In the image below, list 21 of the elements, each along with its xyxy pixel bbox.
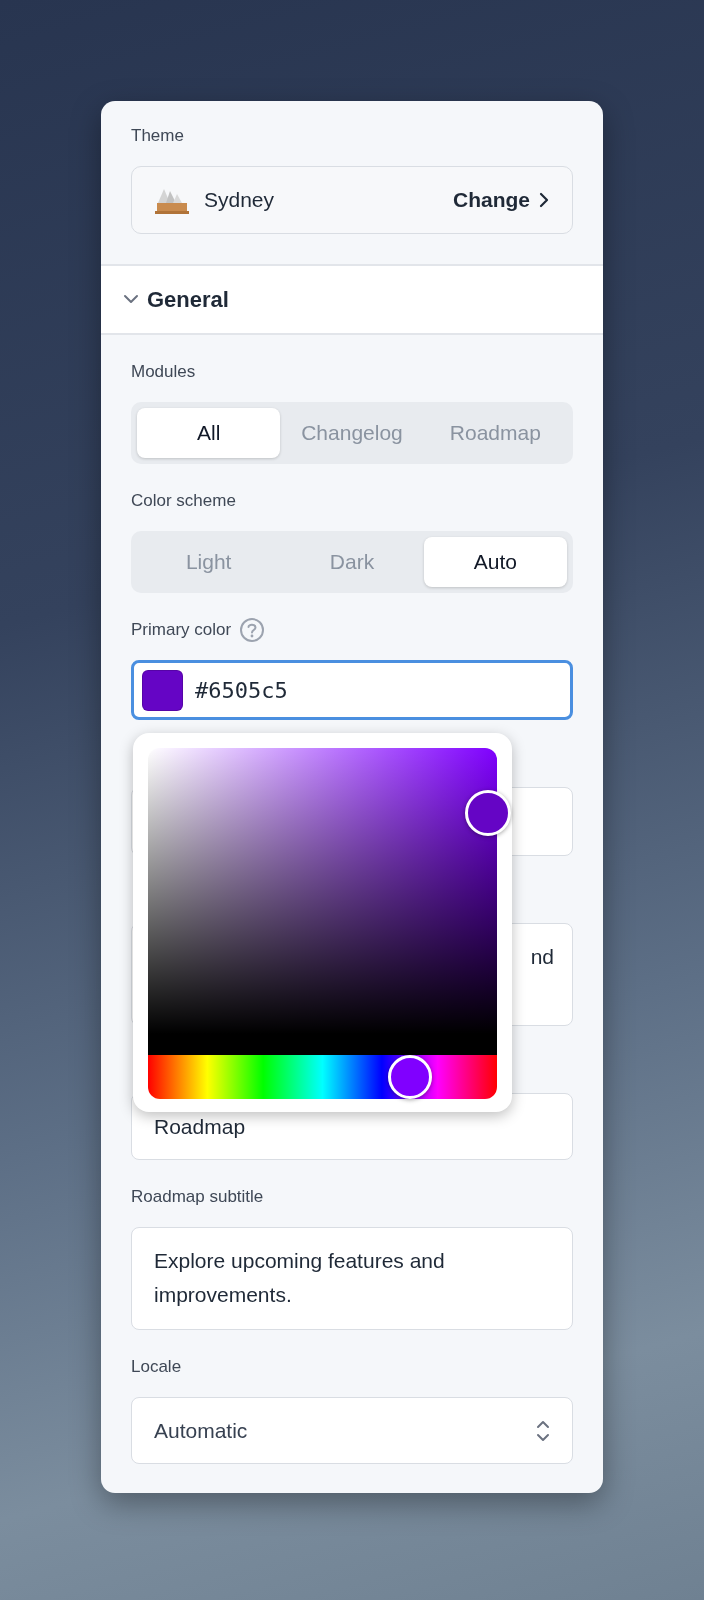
field-label: Roadmap subtitle: [131, 1186, 265, 1208]
segment-option[interactable]: All: [137, 408, 281, 458]
field-label: Color scheme: [131, 490, 237, 512]
theme-card[interactable]: Sydney Change: [131, 166, 573, 234]
section-header[interactable]: General: [101, 264, 603, 335]
field-label: Primary color: [131, 619, 232, 641]
chevron-up-down-icon: [536, 1419, 550, 1442]
theme-name: Sydney: [204, 187, 275, 214]
color-input-field[interactable]: #6505c5: [131, 660, 573, 720]
field-label: Modules: [131, 361, 197, 383]
select-field[interactable]: Automatic: [131, 1397, 573, 1464]
hue-slider[interactable]: [148, 1055, 497, 1099]
field-label: Theme: [131, 125, 185, 147]
saturation-area[interactable]: [148, 748, 497, 1034]
change-button[interactable]: Change: [453, 184, 550, 216]
field-label: Locale: [131, 1356, 183, 1378]
segment-option[interactable]: Auto: [423, 537, 567, 587]
text-area[interactable]: Explore upcoming features and improvements.: [131, 1227, 573, 1330]
chevron-right-icon: [538, 192, 550, 208]
color-swatch[interactable]: [142, 669, 183, 711]
hue-thumb[interactable]: [387, 1055, 432, 1099]
